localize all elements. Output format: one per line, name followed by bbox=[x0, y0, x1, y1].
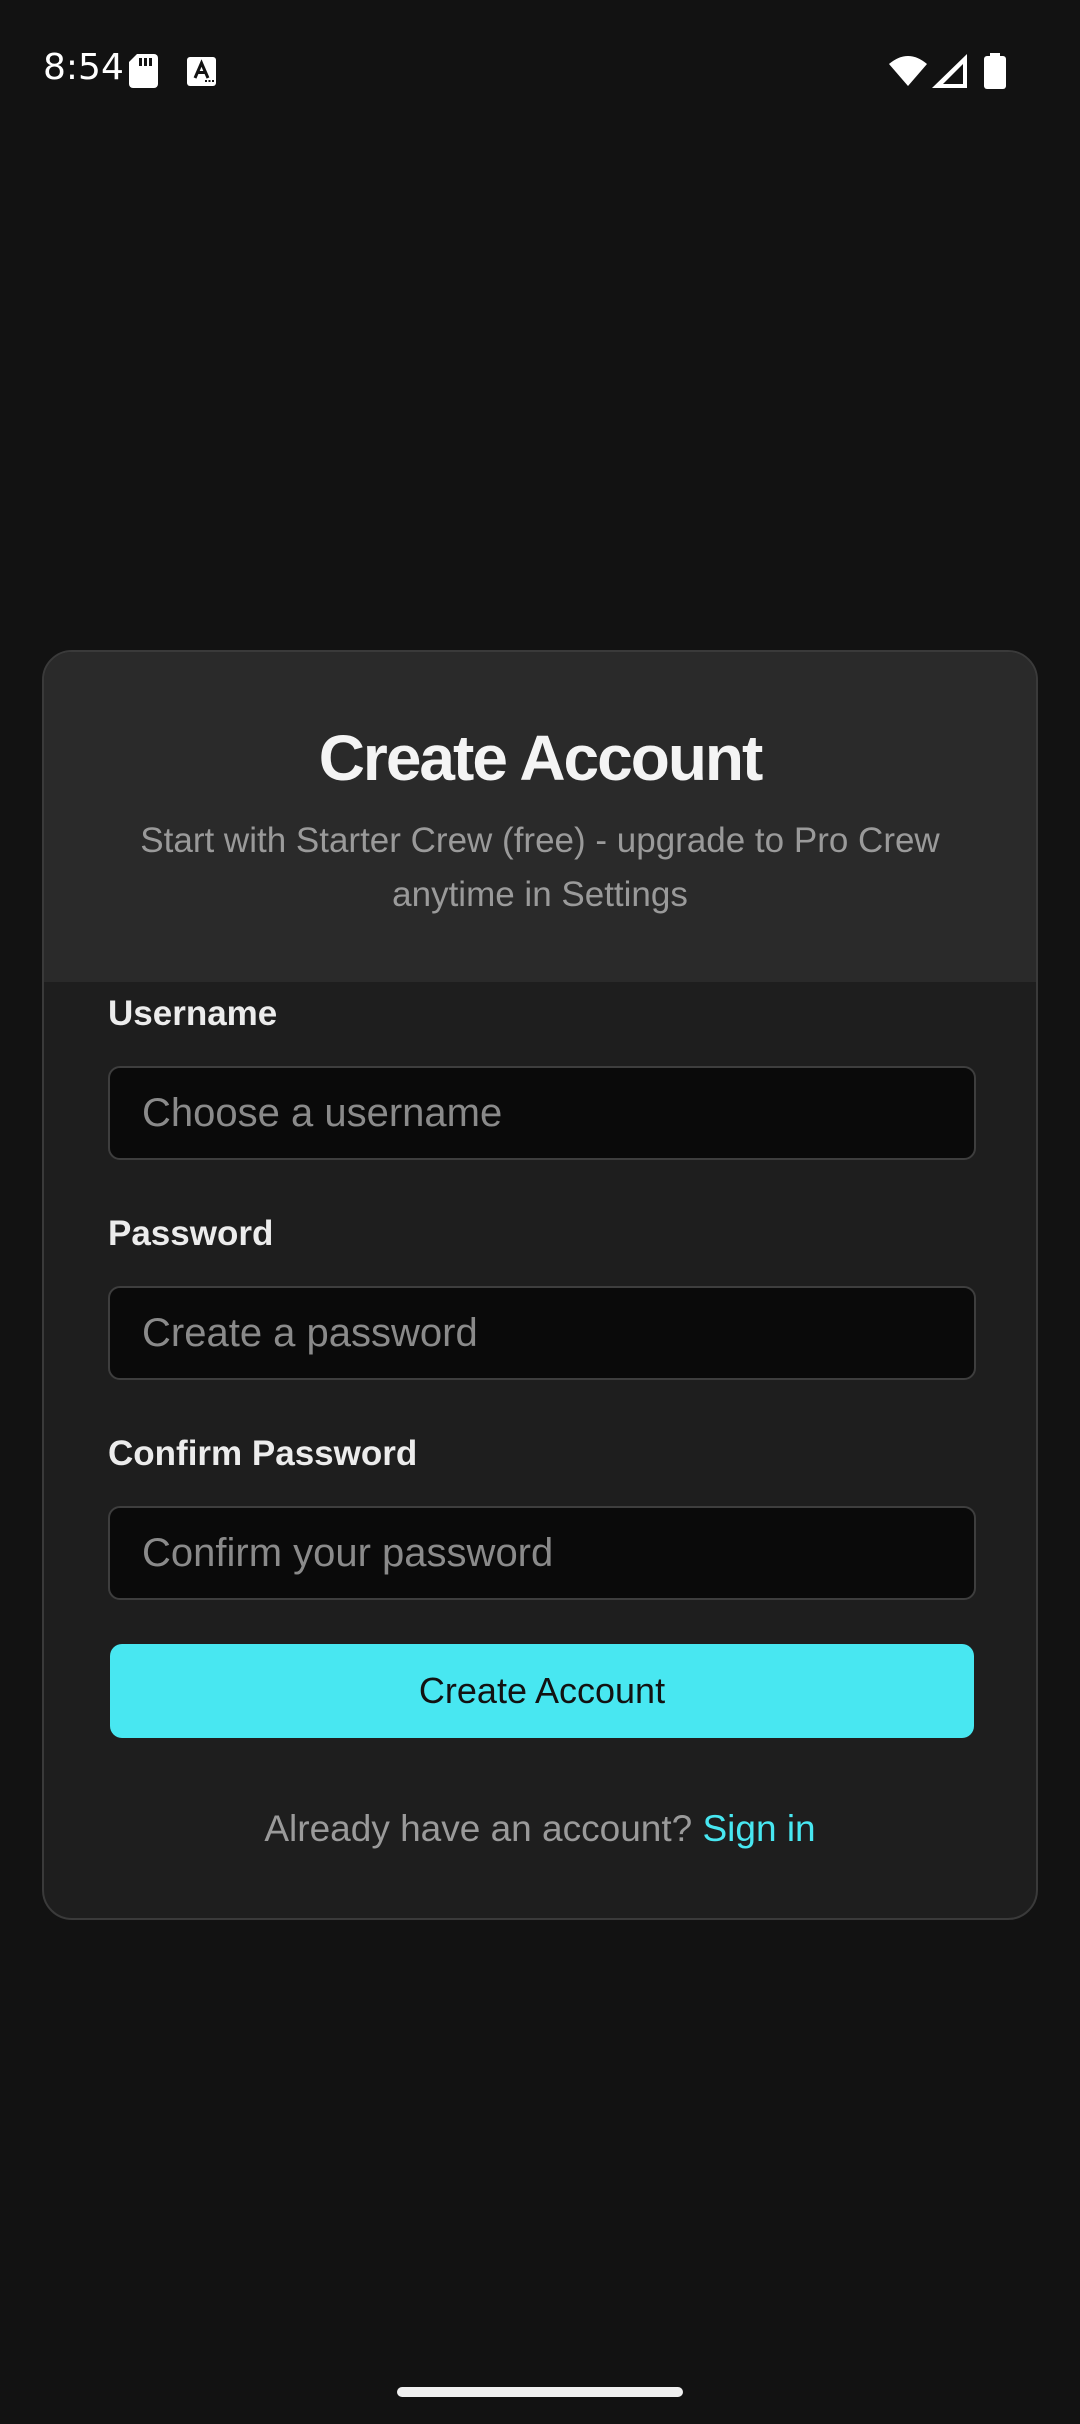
create-account-card: Create Account Start with Starter Crew (… bbox=[42, 650, 1038, 1920]
battery-icon bbox=[984, 53, 1006, 89]
create-account-button[interactable]: Create Account bbox=[110, 1644, 974, 1738]
wifi-icon bbox=[889, 56, 927, 86]
status-bar: 8:54 bbox=[0, 0, 1080, 140]
confirm-password-input[interactable] bbox=[108, 1506, 976, 1600]
signin-prompt-text: Already have an account? bbox=[264, 1808, 693, 1849]
signal-icon bbox=[932, 54, 967, 88]
password-label: Password bbox=[108, 1214, 274, 1253]
password-input[interactable] bbox=[108, 1286, 976, 1380]
home-indicator[interactable] bbox=[397, 2387, 683, 2397]
page-subtitle: Start with Starter Crew (free) - upgrade… bbox=[140, 821, 940, 914]
username-label: Username bbox=[108, 994, 278, 1033]
status-time: 8:54 bbox=[43, 47, 124, 88]
page-title: Create Account bbox=[318, 722, 764, 794]
sd-card-icon bbox=[129, 54, 158, 88]
sign-in-link[interactable]: Sign in bbox=[703, 1808, 816, 1849]
keyboard-a-icon bbox=[187, 57, 216, 86]
username-input[interactable] bbox=[108, 1066, 976, 1160]
confirm-password-label: Confirm Password bbox=[108, 1434, 418, 1473]
signin-prompt: Already have an account? Sign in bbox=[44, 1806, 1036, 1852]
card-header: Create Account Start with Starter Crew (… bbox=[44, 652, 1036, 982]
